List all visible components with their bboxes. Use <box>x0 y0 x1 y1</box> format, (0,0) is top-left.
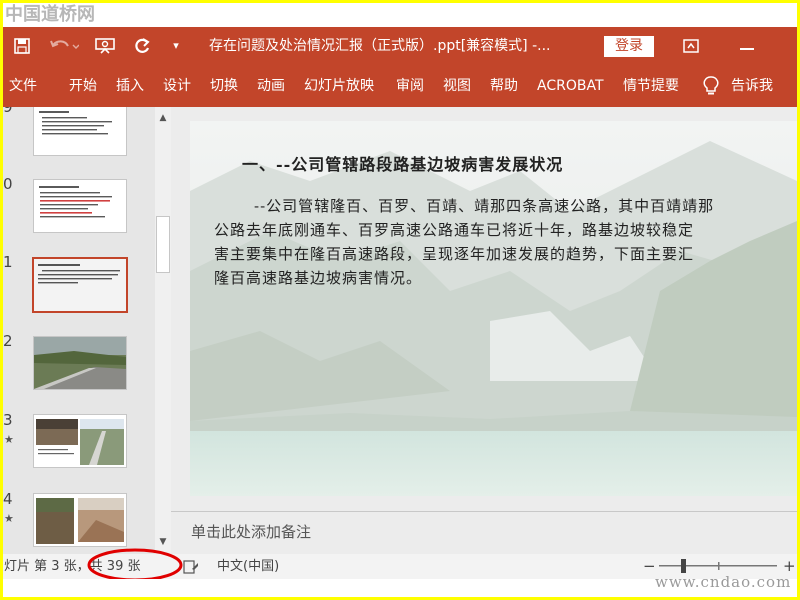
undo-icon[interactable] <box>47 27 81 65</box>
slide-heading: 一、--公司管辖路段路基边坡病害发展状况 <box>242 155 564 174</box>
watermark-bottom-bar: www.cndao.com <box>3 573 797 597</box>
notes-toggle-icon[interactable] <box>183 554 199 579</box>
lightbulb-icon[interactable] <box>703 65 719 107</box>
slide-thumbnail[interactable] <box>32 257 128 313</box>
slide-body-line: 公路去年底刚通车、百罗高速公路通车已将近十年，路基边坡较稳定 <box>214 221 695 239</box>
slide-thumbnail[interactable] <box>33 107 127 156</box>
login-button[interactable]: 登录 <box>604 36 654 57</box>
screenshot-frame: 中国道桥网 ▾ 存在问题及处治情况汇报（正式版）.ppt[兼容模式] -... … <box>3 3 797 597</box>
ribbon-display-icon[interactable] <box>677 27 705 65</box>
ribbon-tabs: 文件 开始 插入 设计 切换 动画 幻灯片放映 审阅 视图 帮助 ACROBAT… <box>3 65 797 107</box>
thumbnail-number: 2 <box>3 332 13 350</box>
slide-thumbnail-pane: 9 0 1 2 3 ★ 4 ★ <box>3 107 155 554</box>
slide-thumbnail[interactable] <box>33 493 127 547</box>
tab-view[interactable]: 视图 <box>443 65 471 107</box>
slide-thumbnail[interactable] <box>33 179 127 233</box>
tab-home[interactable]: 开始 <box>69 65 97 107</box>
tab-review[interactable]: 审阅 <box>396 65 424 107</box>
tab-slideshow[interactable]: 幻灯片放映 <box>304 65 374 107</box>
slide-thumbnail[interactable] <box>33 414 127 468</box>
present-from-start-icon[interactable] <box>91 27 119 65</box>
slide-body-line: --公司管辖隆百、百罗、百靖、靖那四条高速公路，其中百靖靖那 <box>254 197 715 215</box>
slide-editor: 一、--公司管辖路段路基边坡病害发展状况 --公司管辖隆百、百罗、百靖、靖那四条… <box>171 107 797 554</box>
tab-acrobat[interactable]: ACROBAT <box>537 65 604 107</box>
tab-transitions[interactable]: 切换 <box>210 65 238 107</box>
thumbnail-number: 1 <box>3 253 13 271</box>
tab-file[interactable]: 文件 <box>9 65 37 107</box>
tab-design[interactable]: 设计 <box>163 65 191 107</box>
save-icon[interactable] <box>9 27 35 65</box>
notes-placeholder[interactable]: 单击此处添加备注 <box>191 521 311 542</box>
thumbnail-number: 0 <box>3 175 13 193</box>
animation-star-icon: ★ <box>4 512 14 525</box>
watermark-bottom: www.cndao.com <box>655 573 792 591</box>
language-indicator[interactable]: 中文(中国) <box>217 554 279 579</box>
zoom-out-button[interactable]: − <box>643 554 656 579</box>
tab-help[interactable]: 帮助 <box>490 65 518 107</box>
scrollbar-thumb[interactable] <box>156 216 170 273</box>
slide-background-image <box>190 121 797 496</box>
title-bar: ▾ 存在问题及处治情况汇报（正式版）.ppt[兼容模式] -... 登录 <box>3 27 797 65</box>
slide-body-line: 害主要集中在隆百高速路段，呈现逐年加速发展的趋势，下面主要汇 <box>214 245 695 263</box>
redo-icon[interactable] <box>129 27 155 65</box>
thumbnail-number: 4 <box>3 490 13 508</box>
customize-qat-icon[interactable]: ▾ <box>167 27 185 65</box>
watermark-top: 中国道桥网 <box>3 3 797 27</box>
slide-body-line: 隆百高速路基边坡病害情况。 <box>214 269 423 287</box>
tab-animations[interactable]: 动画 <box>257 65 285 107</box>
tell-me-box[interactable]: 告诉我 <box>731 65 773 107</box>
tab-storyboard[interactable]: 情节提要 <box>623 65 679 107</box>
slide-thumbnail[interactable] <box>33 336 127 390</box>
scroll-up-icon[interactable]: ▲ <box>155 110 171 126</box>
thumbnail-number: 9 <box>3 107 13 116</box>
notes-divider <box>171 511 797 512</box>
thumbnail-scrollbar[interactable]: ▲ ▼ <box>155 107 171 554</box>
document-title: 存在问题及处治情况汇报（正式版）.ppt[兼容模式] -... <box>209 38 551 54</box>
tab-insert[interactable]: 插入 <box>116 65 144 107</box>
animation-star-icon: ★ <box>4 433 14 446</box>
minimize-icon[interactable] <box>733 27 761 65</box>
slide-canvas[interactable]: 一、--公司管辖路段路基边坡病害发展状况 --公司管辖隆百、百罗、百靖、靖那四条… <box>190 121 797 496</box>
thumbnail-number: 3 <box>3 411 13 429</box>
